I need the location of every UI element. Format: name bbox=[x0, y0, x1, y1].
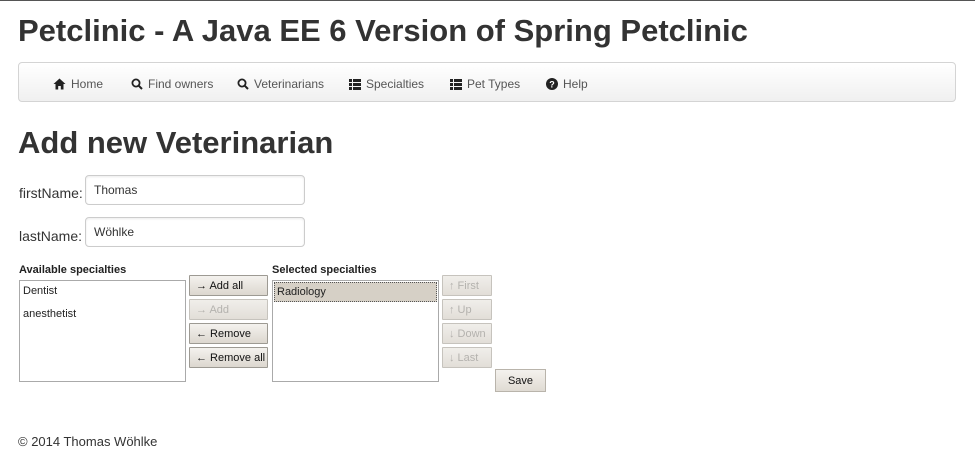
svg-text:?: ? bbox=[549, 80, 555, 90]
remove-button[interactable]: ← Remove bbox=[189, 323, 268, 344]
last-name-input[interactable] bbox=[85, 217, 305, 247]
last-name-label: lastName: bbox=[19, 228, 83, 244]
list-icon bbox=[349, 78, 361, 90]
nav-item-veterinarians[interactable]: Veterinarians bbox=[237, 75, 324, 93]
footer-copyright: © 2014 Thomas Wöhlke bbox=[18, 434, 158, 449]
add-button[interactable]: → Add bbox=[189, 299, 268, 320]
search-icon bbox=[237, 78, 249, 90]
save-button[interactable]: Save bbox=[495, 369, 546, 392]
available-specialty-item[interactable]: anesthetist bbox=[20, 304, 185, 324]
search-icon bbox=[131, 78, 143, 90]
list-icon bbox=[450, 78, 462, 90]
nav-label-find-owners: Find owners bbox=[148, 77, 214, 91]
move-last-button[interactable]: ↓ Last bbox=[442, 347, 492, 368]
nav-item-home[interactable]: Home bbox=[53, 75, 103, 93]
available-specialties-caption: Available specialties bbox=[19, 264, 127, 276]
nav-item-help[interactable]: ? Help bbox=[546, 75, 588, 93]
nav-item-specialties[interactable]: Specialties bbox=[349, 75, 424, 93]
selected-specialties-caption: Selected specialties bbox=[272, 264, 377, 276]
available-specialty-item[interactable]: Dentist bbox=[20, 281, 185, 301]
selected-specialties-list[interactable]: Radiology bbox=[272, 280, 439, 382]
nav-label-home: Home bbox=[71, 77, 104, 91]
nav-label-veterinarians: Veterinarians bbox=[254, 77, 325, 91]
move-first-button[interactable]: ↑ First bbox=[442, 275, 492, 296]
add-all-button[interactable]: → Add all bbox=[189, 275, 268, 296]
nav-item-pet-types[interactable]: Pet Types bbox=[450, 75, 520, 93]
remove-all-button[interactable]: ← Remove all bbox=[189, 347, 268, 368]
question-icon: ? bbox=[546, 78, 558, 90]
nav-label-help: Help bbox=[563, 77, 588, 91]
first-name-label: firstName: bbox=[19, 185, 83, 201]
page-heading: Add new Veterinarian bbox=[18, 125, 334, 160]
nav-label-pet-types: Pet Types bbox=[467, 77, 521, 91]
nav-item-find-owners[interactable]: Find owners bbox=[131, 75, 213, 93]
move-down-button[interactable]: ↓ Down bbox=[442, 323, 492, 344]
app-title: Petclinic - A Java EE 6 Version of Sprin… bbox=[18, 13, 748, 48]
move-up-button[interactable]: ↑ Up bbox=[442, 299, 492, 320]
navbar: Home Find owners Veterinarians Specialti… bbox=[18, 62, 956, 102]
nav-label-specialties: Specialties bbox=[366, 77, 425, 91]
available-specialties-list[interactable]: Dentist anesthetist bbox=[19, 280, 186, 382]
home-icon bbox=[53, 78, 66, 90]
first-name-input[interactable] bbox=[85, 175, 305, 205]
selected-specialty-item[interactable]: Radiology bbox=[274, 282, 437, 302]
